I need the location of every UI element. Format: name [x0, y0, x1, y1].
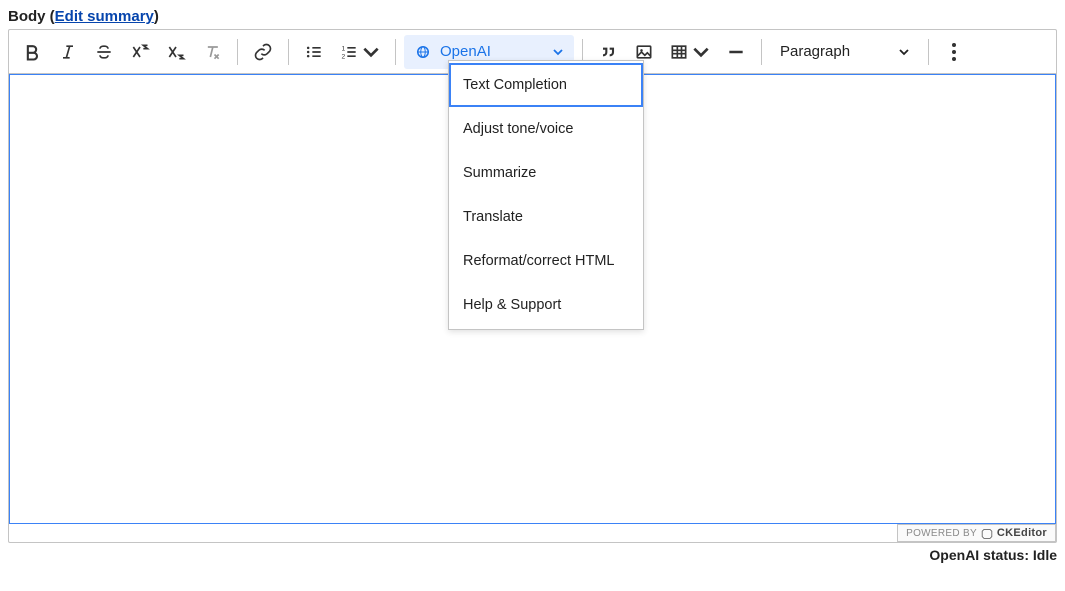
table-button[interactable]: [663, 35, 717, 69]
image-icon: [634, 42, 654, 62]
horizontal-line-icon: [726, 42, 746, 62]
strikethrough-button[interactable]: [87, 35, 121, 69]
more-options-button[interactable]: [937, 35, 971, 69]
bold-icon: [22, 42, 42, 62]
numbered-list-button[interactable]: 12: [333, 35, 387, 69]
openai-menu-summarize[interactable]: Summarize: [449, 151, 643, 195]
openai-menu-translate[interactable]: Translate: [449, 195, 643, 239]
subscript-button[interactable]: [159, 35, 193, 69]
svg-text:2: 2: [342, 53, 346, 60]
superscript-icon: [130, 42, 150, 62]
strikethrough-icon: [94, 42, 114, 62]
openai-menu-adjust-tone[interactable]: Adjust tone/voice: [449, 107, 643, 151]
heading-label: Paragraph: [780, 43, 888, 60]
openai-menu-reformat-html[interactable]: Reformat/correct HTML: [449, 239, 643, 283]
numbered-list-icon: 12: [339, 42, 359, 62]
remove-format-icon: [202, 42, 222, 62]
openai-dropdown-menu: Text Completion Adjust tone/voice Summar…: [448, 60, 644, 330]
bulleted-list-button[interactable]: [297, 35, 331, 69]
edit-summary-link[interactable]: Edit summary: [55, 8, 154, 25]
bold-button[interactable]: [15, 35, 49, 69]
editor: 12 OpenAI: [8, 29, 1057, 543]
ckeditor-icon: [981, 527, 993, 539]
openai-menu-text-completion[interactable]: Text Completion: [449, 63, 643, 107]
italic-icon: [58, 42, 78, 62]
remove-format-button[interactable]: [195, 35, 229, 69]
table-icon: [669, 42, 689, 62]
openai-status: OpenAI status: Idle: [8, 547, 1057, 563]
link-icon: [253, 42, 273, 62]
openai-icon: [414, 43, 432, 61]
link-button[interactable]: [246, 35, 280, 69]
toolbar-separator: [237, 39, 238, 65]
subscript-icon: [166, 42, 186, 62]
chevron-down-icon: [552, 46, 564, 58]
field-label: Body (Edit summary): [8, 8, 1057, 25]
chevron-down-icon: [361, 42, 381, 62]
body-label: Body: [8, 8, 46, 25]
toolbar-separator: [395, 39, 396, 65]
chevron-down-icon: [898, 46, 910, 58]
powered-by-brand: CKEditor: [997, 527, 1047, 539]
superscript-button[interactable]: [123, 35, 157, 69]
bulleted-list-icon: [304, 42, 324, 62]
toolbar-separator: [761, 39, 762, 65]
italic-button[interactable]: [51, 35, 85, 69]
svg-text:1: 1: [342, 45, 346, 52]
powered-by-label: POWERED BY: [906, 528, 977, 539]
powered-by-badge[interactable]: POWERED BY CKEditor: [897, 524, 1056, 542]
toolbar-separator: [928, 39, 929, 65]
openai-menu-help-support[interactable]: Help & Support: [449, 283, 643, 327]
horizontal-line-button[interactable]: [719, 35, 753, 69]
editor-footer: POWERED BY CKEditor: [9, 524, 1056, 542]
openai-label: OpenAI: [440, 43, 544, 60]
toolbar-separator: [288, 39, 289, 65]
chevron-down-icon: [691, 42, 711, 62]
heading-dropdown[interactable]: Paragraph: [770, 35, 920, 69]
kebab-icon: [952, 42, 956, 62]
blockquote-icon: [598, 42, 618, 62]
